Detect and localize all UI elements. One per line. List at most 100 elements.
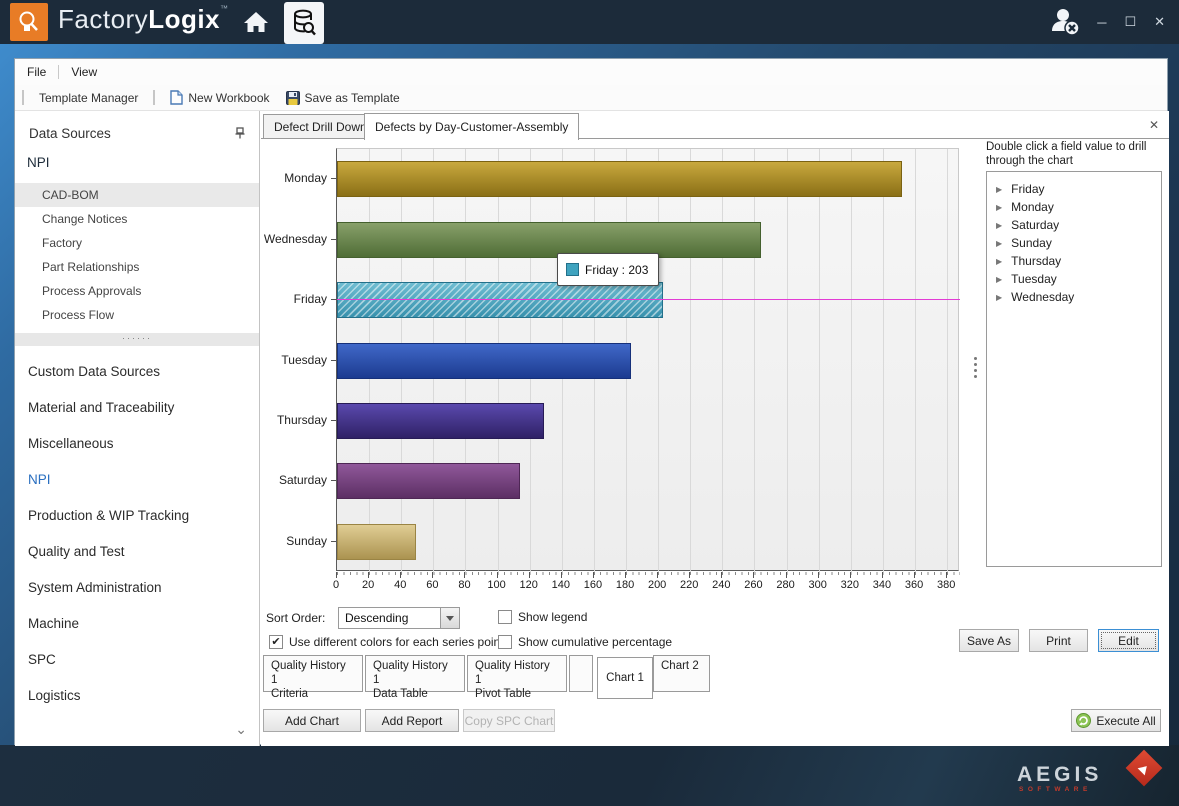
workbook-tab-quality-history-1-criteria[interactable]: Quality History 1Criteria: [263, 655, 363, 692]
bar-thursday[interactable]: [337, 403, 544, 439]
x-axis-label-240: 240: [712, 579, 730, 591]
sidebar-category-quality-and-test[interactable]: Quality and Test: [15, 534, 259, 570]
sidebar-item-factory[interactable]: Factory: [15, 231, 259, 255]
workbook-tab-chart-1[interactable]: Chart 1: [597, 657, 653, 699]
add-report-button[interactable]: Add Report: [365, 709, 459, 732]
sort-order-select[interactable]: Descending: [338, 607, 460, 629]
drill-hint-text: Double click a field value to drill thro…: [986, 140, 1164, 168]
dropdown-chevron-icon[interactable]: [440, 608, 459, 628]
drill-item-label: Sunday: [1011, 236, 1052, 250]
cumulative-checkbox[interactable]: Show cumulative percentage: [498, 635, 672, 649]
print-button[interactable]: Print: [1029, 629, 1088, 652]
drill-item-thursday[interactable]: ▶Thursday: [987, 252, 1161, 270]
series-colors-checkbox[interactable]: ✔ Use different colors for each series p…: [269, 635, 504, 649]
menu-view[interactable]: View: [59, 59, 109, 85]
sidebar-group-npi[interactable]: NPI: [27, 155, 50, 170]
bar-chart-plot-area: [336, 148, 959, 571]
menu-file[interactable]: File: [15, 59, 58, 85]
drill-item-saturday[interactable]: ▶Saturday: [987, 216, 1161, 234]
execute-all-button[interactable]: Execute All: [1071, 709, 1161, 732]
drill-item-monday[interactable]: ▶ Monday: [987, 198, 1161, 216]
new-workbook-button[interactable]: New Workbook: [162, 90, 277, 105]
drill-item-sunday[interactable]: ▶ Sunday: [987, 234, 1161, 252]
sidebar-category-custom-data-sources[interactable]: Custom Data Sources: [15, 354, 259, 390]
y-axis-label-friday: Friday: [261, 292, 327, 306]
show-legend-checkbox[interactable]: Show legend: [498, 610, 587, 624]
sidebar-item-change-notices[interactable]: Change Notices: [15, 207, 259, 231]
checkbox-box[interactable]: [498, 635, 512, 649]
bar-saturday[interactable]: [337, 463, 520, 499]
sidebar-item-process-flow[interactable]: Process Flow: [15, 303, 259, 327]
close-icon[interactable]: ✕: [1154, 14, 1165, 30]
app-title: FactoryLogix™: [58, 4, 229, 35]
save-as-button[interactable]: Save As: [959, 629, 1019, 652]
title-bar: FactoryLogix™ ─ ☐ ✕: [0, 0, 1179, 44]
x-axis-tick: [400, 572, 401, 578]
add-chart-button[interactable]: Add Chart: [263, 709, 361, 732]
sidebar-category-production-wip-tracking[interactable]: Production & WIP Tracking: [15, 498, 259, 534]
workbook-tab-quality-history-1-data-table[interactable]: Quality History 1Data Table: [365, 655, 465, 692]
sidebar-category-miscellaneous[interactable]: Miscellaneous: [15, 426, 259, 462]
pin-icon[interactable]: [235, 127, 245, 139]
application-window: FactoryLogix™ ─ ☐ ✕: [0, 0, 1179, 806]
checkbox-box[interactable]: [498, 610, 512, 624]
sidebar-category-logistics[interactable]: Logistics: [15, 678, 259, 714]
sidebar-category-spc[interactable]: SPC: [15, 642, 259, 678]
x-axis-tick: [946, 572, 947, 578]
bar-wednesday[interactable]: [337, 222, 761, 258]
expand-arrow-icon[interactable]: ▶: [996, 275, 1002, 284]
tab-defect-drill-down[interactable]: Defect Drill Down: [263, 114, 378, 139]
workbook-tab-quality-history-1-pivot-table[interactable]: Quality History 1Pivot Table: [467, 655, 567, 692]
x-axis-label-380: 380: [937, 579, 955, 591]
workbook-tab-empty[interactable]: [569, 655, 593, 692]
workbook-tab-chart-2[interactable]: Chart 2: [653, 655, 710, 692]
y-axis-label-wednesday: Wednesday: [261, 232, 327, 246]
maximize-icon[interactable]: ☐: [1124, 14, 1136, 30]
tab-defects-by-day[interactable]: Defects by Day-Customer-Assembly: [364, 113, 579, 140]
drill-item-wednesday[interactable]: ▶Wednesday: [987, 288, 1161, 306]
expand-arrow-icon[interactable]: ▶: [996, 257, 1002, 266]
sidebar-item-cad-bom[interactable]: CAD-BOM: [15, 183, 259, 207]
sidebar-title: Data Sources: [29, 126, 111, 141]
expand-arrow-icon[interactable]: ▶: [996, 185, 1002, 194]
bar-sunday[interactable]: [337, 524, 416, 560]
sidebar-item-part-relationships[interactable]: Part Relationships: [15, 255, 259, 279]
chart-gridline: [690, 149, 691, 572]
cumulative-label: Show cumulative percentage: [518, 635, 672, 649]
sidebar-item-process-approvals[interactable]: Process Approvals: [15, 279, 259, 303]
tab-close-icon[interactable]: ✕: [1149, 118, 1159, 132]
home-icon[interactable]: [238, 0, 274, 44]
expand-arrow-icon[interactable]: ▶: [996, 293, 1002, 302]
x-axis-tick: [818, 572, 819, 578]
series-colors-label: Use different colors for each series poi…: [289, 635, 504, 649]
aegis-logo: AEGIS SOFTWARE: [1017, 759, 1157, 799]
checkbox-box[interactable]: ✔: [269, 635, 283, 649]
drill-item-label: Monday: [1011, 200, 1054, 214]
pane-splitter-handle[interactable]: [973, 357, 977, 378]
bar-tuesday[interactable]: [337, 343, 631, 379]
sidebar-splitter[interactable]: ······: [15, 333, 259, 346]
drill-item-tuesday[interactable]: ▶Tuesday: [987, 270, 1161, 288]
x-axis-label-40: 40: [394, 579, 406, 591]
expand-arrow-icon[interactable]: ▶: [996, 239, 1002, 248]
expand-arrow-icon[interactable]: ▶: [996, 203, 1002, 212]
bar-monday[interactable]: [337, 161, 902, 197]
x-axis-label-0: 0: [333, 579, 339, 591]
logout-user-icon[interactable]: [1047, 4, 1083, 40]
minimize-icon[interactable]: ─: [1097, 15, 1106, 30]
template-manager-button[interactable]: Template Manager: [31, 91, 146, 105]
chevron-down-icon[interactable]: ⌄: [235, 721, 247, 738]
bar-friday[interactable]: [337, 282, 663, 318]
expand-arrow-icon[interactable]: ▶: [996, 221, 1002, 230]
x-axis-tick: [336, 572, 337, 578]
save-as-template-button[interactable]: Save as Template: [278, 91, 408, 105]
sidebar-category-material-and-traceability[interactable]: Material and Traceability: [15, 390, 259, 426]
sidebar-category-system-administration[interactable]: System Administration: [15, 570, 259, 606]
drill-item-friday[interactable]: ▶Friday: [987, 180, 1161, 198]
y-axis-tick: [331, 178, 336, 179]
toolbar: Template Manager New Workbook Save as Te…: [15, 85, 1167, 111]
data-explorer-icon[interactable]: [284, 2, 324, 44]
sidebar-category-npi[interactable]: NPI: [15, 462, 259, 498]
edit-button[interactable]: Edit: [1098, 629, 1159, 652]
sidebar-category-machine[interactable]: Machine: [15, 606, 259, 642]
